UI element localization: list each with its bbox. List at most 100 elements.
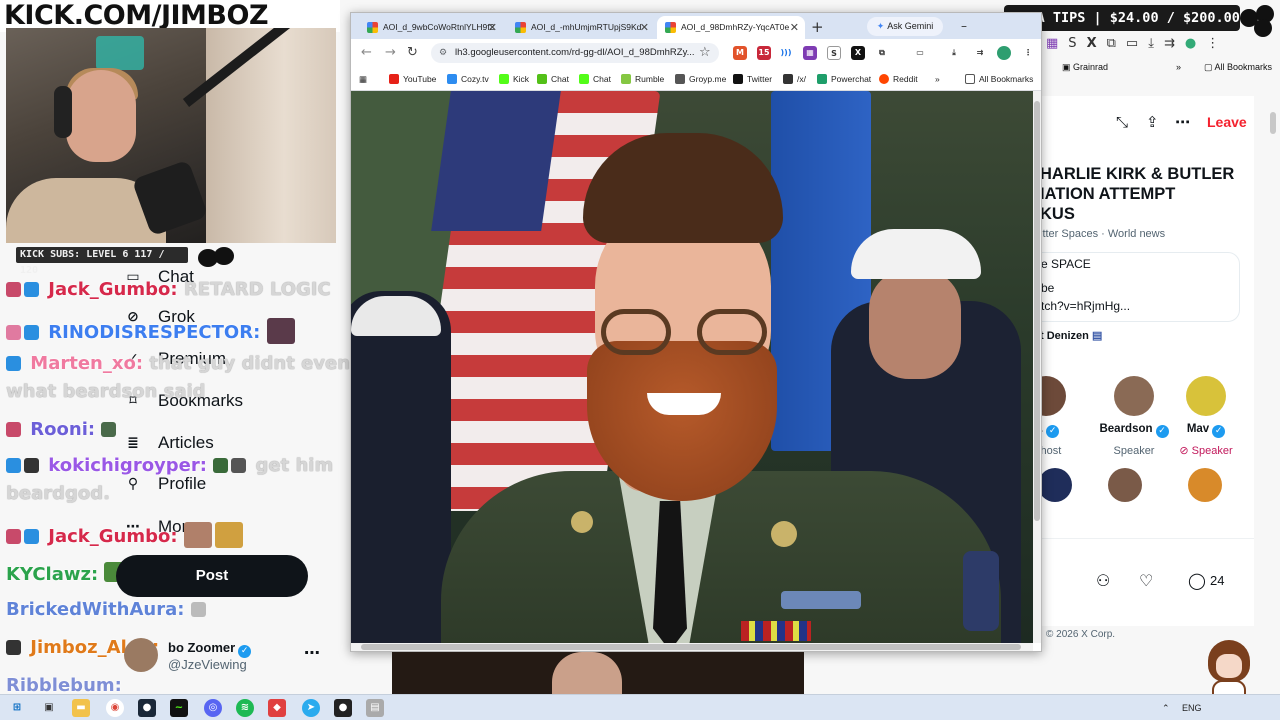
chat-username[interactable]: BrickedWithAura: — [6, 599, 184, 620]
cast-icon[interactable]: ⇉ — [1164, 36, 1175, 51]
bookmark-star-icon[interactable]: ☆ — [699, 43, 711, 63]
bookmark[interactable]: Chat — [579, 67, 611, 91]
steam-icon[interactable]: ● — [138, 699, 156, 717]
close-icon[interactable]: ✕ — [640, 16, 649, 39]
discord-icon[interactable]: ◎ — [204, 699, 222, 717]
post-button[interactable]: Post — [116, 555, 308, 597]
extension-icon[interactable]: S — [1068, 36, 1076, 51]
back-icon[interactable]: ← — [361, 43, 372, 63]
download-icon[interactable]: ⤓ — [1148, 36, 1154, 51]
share-icon[interactable]: ⇪ — [1146, 110, 1159, 134]
close-icon[interactable]: ✕ — [790, 16, 799, 39]
speaker[interactable]: Beardson ✓ Speaker — [1094, 376, 1174, 458]
language-indicator[interactable]: ENG — [1182, 699, 1202, 717]
ask-gemini-button[interactable]: ✦ Ask Gemini — [867, 17, 943, 36]
extension-icon[interactable]: M — [733, 46, 747, 60]
minimize-space-icon[interactable]: ⤡ — [1116, 110, 1128, 134]
extension-icon[interactable]: 15 — [757, 46, 771, 60]
bookmark[interactable]: Groyp.me — [675, 67, 726, 91]
bookmark[interactable]: Chat — [537, 67, 569, 91]
site-info-icon[interactable]: ⚙ — [439, 43, 447, 63]
avatar[interactable] — [1038, 468, 1072, 502]
add-heart-icon[interactable]: ♡ — [1139, 571, 1153, 591]
chat-username[interactable]: kokichigroyper: — [48, 455, 207, 476]
all-bookmarks[interactable]: All Bookmarks — [965, 67, 1033, 91]
new-tab-icon[interactable]: + — [811, 16, 824, 38]
x-icon[interactable]: X — [1087, 36, 1097, 51]
reply-icon[interactable]: ◯ — [1188, 571, 1206, 591]
chrome-icon[interactable]: ◉ — [106, 699, 124, 717]
tab-active[interactable]: AOI_d_98DmhRZy-YqcAT0e ✕ — [657, 16, 805, 39]
more-options-icon[interactable]: ⋯ — [1175, 110, 1190, 134]
x-icon[interactable]: X — [851, 46, 865, 60]
terminal-icon[interactable]: ~ — [170, 699, 188, 717]
people-icon[interactable]: ⚇ — [1096, 571, 1110, 591]
vertical-scrollbar[interactable] — [1033, 91, 1041, 643]
cast-icon[interactable]: ⇉ — [973, 46, 987, 60]
extension-icon[interactable]: ▦ — [1046, 36, 1058, 51]
bookmark[interactable]: Kick — [499, 67, 529, 91]
chat-username[interactable]: Rooni: — [30, 419, 95, 440]
pinned-post-card[interactable]: e SPACE be tch?v=hRjmHg... — [1026, 252, 1240, 322]
start-icon[interactable]: ⊞ — [8, 699, 26, 717]
chat-username[interactable]: RINODISRESPECTOR: — [48, 322, 260, 343]
chat-message: Rooni: — [6, 420, 119, 440]
kick-icon — [499, 74, 509, 84]
url-input[interactable]: ⚙ lh3.googleusercontent.com/rd-gg-dl/AOI… — [431, 43, 719, 63]
chat-username[interactable]: Jack_Gumbo: — [48, 526, 177, 547]
bookmark[interactable]: YouTube — [389, 67, 436, 91]
bookmark[interactable]: /x/ — [783, 67, 806, 91]
bookmark-grainrad[interactable]: ▣ Grainrad — [1062, 58, 1108, 76]
more-options-icon[interactable]: ⋯ — [304, 644, 320, 662]
bookmark[interactable]: Powerchat — [817, 67, 871, 91]
spotify-icon[interactable]: ≋ — [236, 699, 254, 717]
avatar[interactable] — [1108, 468, 1142, 502]
minimize-icon[interactable]: – — [961, 15, 967, 37]
profile-icon[interactable]: ● — [1185, 36, 1196, 51]
bookmark[interactable]: Twitter — [733, 67, 772, 91]
extension-icon[interactable]: S — [827, 46, 841, 60]
chat-username[interactable]: KYClawz: — [6, 564, 98, 585]
bookmark[interactable]: Rumble — [621, 67, 664, 91]
chevron-icon[interactable]: » — [1176, 58, 1181, 76]
app-icon[interactable]: ▤ — [366, 699, 384, 717]
app-icon[interactable]: ◆ — [268, 699, 286, 717]
tab[interactable]: AOI_d_-mhUmjmRTUpjS9Kd ✕ — [507, 16, 655, 39]
sidepanel-icon[interactable]: ▭ — [1126, 36, 1138, 51]
menu-icon[interactable]: ⋮ — [1206, 36, 1219, 51]
bookmark[interactable]: Reddit — [879, 67, 918, 91]
close-icon[interactable]: ✕ — [488, 16, 497, 39]
horizontal-scrollbar[interactable] — [351, 643, 1033, 651]
puzzle-icon[interactable]: ⧉ — [875, 46, 889, 60]
photos-icon — [665, 22, 676, 33]
forward-icon[interactable]: → — [385, 43, 396, 63]
bookmark[interactable]: Cozy.tv — [447, 67, 489, 91]
page-scrollbar[interactable] — [1270, 112, 1276, 134]
telegram-icon[interactable]: ➤ — [302, 699, 320, 717]
desktop: ▦ S X ⧉ ▭ ⤓ ⇉ ● ⋮ ▣ Grainrad » ▢ All Boo… — [0, 0, 1280, 720]
task-view-icon[interactable]: ▣ — [40, 699, 58, 717]
file-explorer-icon[interactable]: ▬ — [72, 699, 90, 717]
chat-username[interactable]: Jack_Gumbo: — [48, 279, 177, 300]
avatar[interactable] — [1188, 468, 1222, 502]
obs-icon[interactable]: ● — [334, 699, 352, 717]
sidepanel-icon[interactable]: ▭ — [913, 46, 927, 60]
reload-icon[interactable]: ↻ — [407, 43, 418, 63]
tab[interactable]: AOI_d_9wbCoWoRtnlYLH9f2 ✕ — [359, 16, 503, 39]
download-icon[interactable]: ⤓ — [947, 46, 961, 60]
chat-username[interactable]: Ribblebum: — [6, 675, 122, 696]
chevron-icon[interactable]: » — [935, 67, 940, 91]
all-bookmarks[interactable]: ▢ All Bookmarks — [1204, 58, 1272, 76]
profile-avatar-icon[interactable] — [997, 46, 1011, 60]
extension-icon[interactable]: ▦ — [803, 46, 817, 60]
extension-icon[interactable]: ))) — [779, 46, 793, 60]
menu-icon[interactable]: ⋮ — [1021, 46, 1035, 60]
leave-button[interactable]: Leave — [1207, 110, 1247, 134]
account-switcher[interactable]: bo Zoomer ✓ @JzeViewing ⋯ — [124, 636, 329, 676]
puzzle-icon[interactable]: ⧉ — [1107, 36, 1116, 51]
chat-username[interactable]: Marten_xo: — [30, 353, 143, 374]
tray-chevron-icon[interactable]: ⌃ — [1162, 699, 1170, 717]
speaker-role: ⊘ Speaker — [1179, 445, 1233, 457]
speaker[interactable]: Mav ✓ ⊘ Speaker — [1166, 376, 1246, 458]
apps-icon[interactable]: ▦ — [359, 67, 367, 91]
